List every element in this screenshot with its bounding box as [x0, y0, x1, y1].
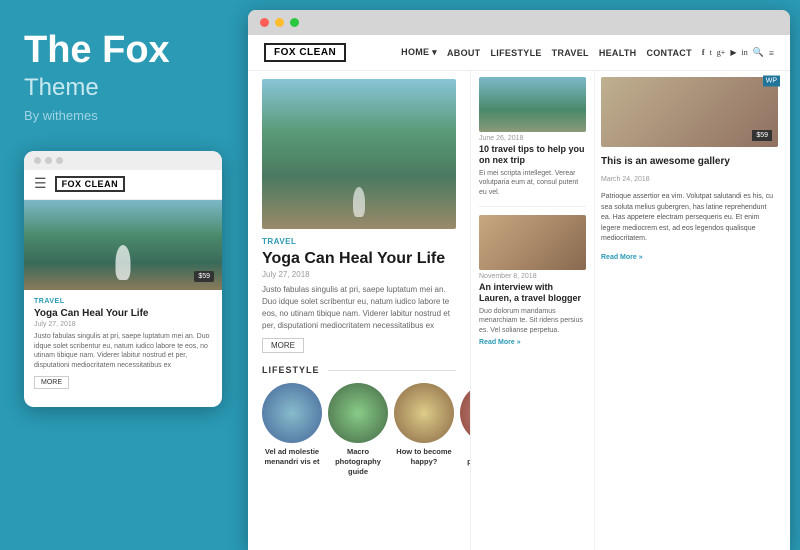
googleplus-icon[interactable]: g+ [717, 48, 726, 57]
mid-post-excerpt-2: Duo dolorum mandamus menarchiam te. Sit … [479, 307, 586, 336]
list-item: Vel ad molestie menandri vis et [262, 383, 322, 476]
wp-badge: WP [763, 76, 780, 87]
browser-dot-maximize[interactable] [290, 18, 299, 27]
mid-post-title-2[interactable]: An interview with Lauren, a travel blogg… [479, 282, 586, 304]
mid-post-excerpt-1: Ei mei scripta intelleget. Verear volutp… [479, 169, 586, 198]
nav-home[interactable]: HOME ▾ [401, 47, 437, 58]
site-header: FOX CLEAN HOME ▾ ABOUT LIFESTYLE TRAVEL … [248, 35, 790, 71]
section-label: LIFESTYLE [262, 365, 320, 375]
browser-content: FOX CLEAN HOME ▾ ABOUT LIFESTYLE TRAVEL … [248, 35, 790, 550]
browser-panel: FOX CLEAN HOME ▾ ABOUT LIFESTYLE TRAVEL … [248, 10, 790, 550]
mobile-preview: ☰ FOX CLEAN $59 TRAVEL Yoga Can Heal You… [24, 151, 222, 407]
featured-person-figure [353, 187, 365, 217]
site-nav: HOME ▾ ABOUT LIFESTYLE TRAVEL HEALTH CON… [401, 47, 774, 58]
lifestyle-grid: Vel ad molestie menandri vis et Macro ph… [262, 383, 456, 476]
twitter-icon[interactable]: t [710, 48, 712, 57]
list-item: Macro photography guide [328, 383, 388, 476]
nav-contact[interactable]: CONTACT [646, 48, 691, 58]
social-icons: f t g+ ▶ in 🔍 ≡ [702, 47, 774, 58]
article-title[interactable]: Yoga Can Heal Your Life [262, 249, 456, 268]
browser-dot-close[interactable] [260, 18, 269, 27]
menu-icon[interactable]: ≡ [769, 48, 774, 58]
mobile-nav-bar: ☰ FOX CLEAN [24, 170, 222, 200]
lifestyle-title-1: Vel ad molestie menandri vis et [262, 447, 322, 467]
mid-post-date-1: June 26, 2018 [479, 135, 586, 142]
lifestyle-title-3: How to become happy? [394, 447, 454, 467]
mobile-dot-3 [56, 157, 63, 164]
mobile-dot-1 [34, 157, 41, 164]
browser-dot-minimize[interactable] [275, 18, 284, 27]
lifestyle-circle-4[interactable] [460, 383, 470, 443]
mobile-dot-2 [45, 157, 52, 164]
mobile-post-excerpt: Justo fabulas singulis at pri, saepe lup… [34, 332, 212, 371]
mobile-post-title: Yoga Can Heal Your Life [34, 307, 212, 320]
lifestyle-title-4: Light in photography [460, 447, 470, 467]
mobile-price-badge: $59 [194, 271, 214, 282]
mid-post-image-1 [479, 77, 586, 132]
featured-image [262, 79, 456, 229]
brand-by: By withemes [24, 108, 224, 123]
right-price-badge: $59 [752, 130, 772, 141]
site-logo[interactable]: FOX CLEAN [264, 43, 346, 62]
linkedin-icon[interactable]: in [741, 48, 747, 57]
lifestyle-circle-1[interactable] [262, 383, 322, 443]
mobile-hero-image: $59 [24, 200, 222, 290]
site-main: TRAVEL Yoga Can Heal Your Life July 27, … [248, 71, 790, 550]
right-top-wrapper: $59 WP [601, 77, 778, 147]
brand-title: The Fox [24, 30, 224, 72]
mobile-article-tag: TRAVEL [34, 298, 212, 305]
right-read-more[interactable]: Read More » [601, 254, 778, 261]
right-column: $59 WP This is an awesome gallery March … [595, 71, 790, 550]
lifestyle-title-2: Macro photography guide [328, 447, 388, 476]
mid-read-more-2[interactable]: Read More » [479, 339, 586, 346]
mobile-top-bar [24, 151, 222, 170]
article-excerpt: Justo fabulas singulis at pri, saepe lup… [262, 284, 456, 332]
center-column: TRAVEL Yoga Can Heal Your Life July 27, … [248, 71, 470, 550]
youtube-icon[interactable]: ▶ [730, 48, 736, 57]
more-button[interactable]: MORE [262, 338, 304, 353]
nav-health[interactable]: HEALTH [599, 48, 637, 58]
list-item: How to become happy? [394, 383, 454, 476]
mobile-more-button[interactable]: MORE [34, 376, 69, 389]
mobile-post-date: July 27, 2018 [34, 321, 212, 328]
right-post-date: March 24, 2018 [601, 176, 778, 183]
mid-column: June 26, 2018 10 travel tips to help you… [470, 71, 595, 550]
nav-about[interactable]: ABOUT [447, 48, 481, 58]
lifestyle-circle-2[interactable] [328, 383, 388, 443]
section-divider: LIFESTYLE [262, 365, 456, 375]
left-panel: The Fox Theme By withemes ☰ FOX CLEAN $5… [0, 0, 248, 550]
nav-lifestyle[interactable]: LIFESTYLE [490, 48, 541, 58]
divider-line [328, 370, 456, 371]
mobile-content: TRAVEL Yoga Can Heal Your Life July 27, … [24, 290, 222, 397]
facebook-icon[interactable]: f [702, 48, 705, 57]
mid-post-title-1[interactable]: 10 travel tips to help you on nex trip [479, 144, 586, 166]
lifestyle-circle-3[interactable] [394, 383, 454, 443]
nav-travel[interactable]: TRAVEL [552, 48, 589, 58]
browser-chrome [248, 10, 790, 35]
mid-post-date-2: November 8, 2018 [479, 273, 586, 280]
mid-divider [479, 206, 586, 207]
mobile-logo: FOX CLEAN [55, 176, 126, 192]
right-post-excerpt: Patrioque assertior ea vim. Volutpat sal… [601, 192, 778, 245]
brand-subtitle: Theme [24, 74, 224, 102]
hamburger-icon[interactable]: ☰ [34, 176, 47, 193]
right-post-title[interactable]: This is an awesome gallery [601, 156, 778, 168]
list-item: Light in photography [460, 383, 470, 476]
search-icon[interactable]: 🔍 [753, 47, 764, 58]
article-date: July 27, 2018 [262, 270, 456, 279]
mid-post-image-2 [479, 215, 586, 270]
article-tag: TRAVEL [262, 237, 456, 246]
mobile-hero-figure [116, 245, 131, 280]
